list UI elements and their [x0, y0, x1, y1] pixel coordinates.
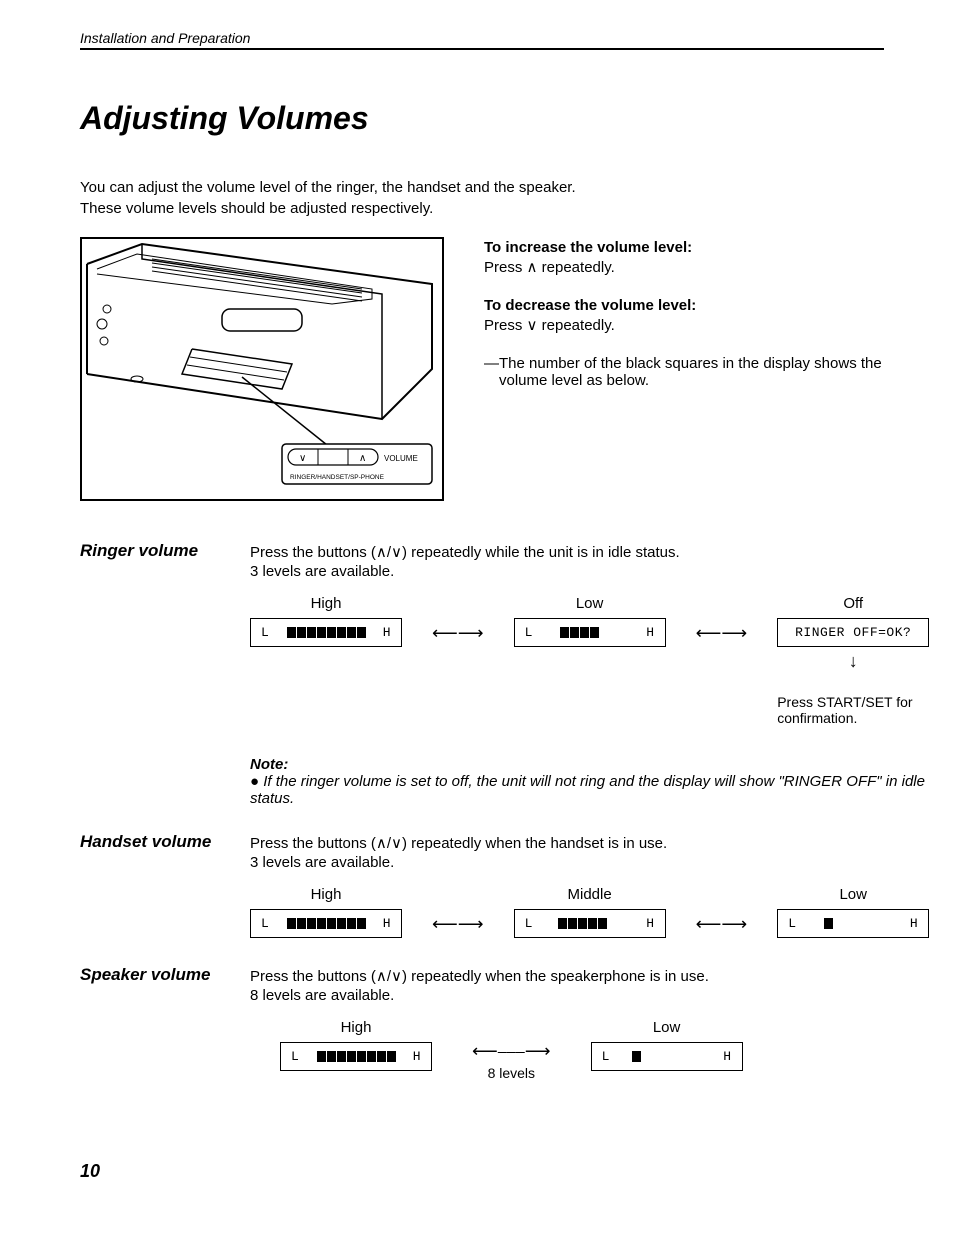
handset-low-label: Low	[777, 886, 929, 903]
device-illustration: ∨ ∧ VOLUME RINGER/HANDSET/SP-PHONE	[80, 237, 444, 501]
speaker-heading: Speaker volume	[80, 965, 250, 985]
ringer-off-display: RINGER OFF=OK?	[777, 618, 929, 647]
arrow-icon: ⟵⟶	[432, 617, 484, 649]
handset-high-display: L H	[250, 909, 402, 938]
handset-heading: Handset volume	[80, 832, 250, 852]
instructions-block: To increase the volume level: Press ∧ re…	[484, 237, 884, 391]
decrease-title: To decrease the volume level:	[484, 297, 884, 314]
speaker-line-1: Press the buttons (∧/∨) repeatedly when …	[250, 967, 884, 985]
ringer-line-1: Press the buttons (∧/∨) repeatedly while…	[250, 543, 929, 561]
ringer-high-display: L H	[250, 618, 402, 647]
running-header: Installation and Preparation	[80, 30, 884, 50]
speaker-low-label: Low	[591, 1019, 743, 1036]
increase-title: To increase the volume level:	[484, 239, 884, 256]
intro-text: You can adjust the volume level of the r…	[80, 177, 884, 219]
volume-button-label: VOLUME	[384, 454, 418, 463]
intro-line-2: These volume levels should be adjusted r…	[80, 200, 433, 217]
arrow-icon: ⟵⟶	[432, 908, 484, 940]
down-arrow-icon: ↓	[777, 651, 929, 672]
speaker-low-display: L H	[591, 1042, 743, 1071]
handset-low-display: L H	[777, 909, 929, 938]
handset-line-1: Press the buttons (∧/∨) repeatedly when …	[250, 834, 929, 852]
note-title: Note:	[250, 756, 929, 773]
svg-text:∨: ∨	[299, 453, 306, 464]
note-text: ● If the ringer volume is set to off, th…	[250, 773, 929, 807]
handset-mid-display: L H	[514, 909, 666, 938]
ringer-off-label: Off	[777, 595, 929, 612]
page-title: Adjusting Volumes	[80, 100, 884, 137]
handset-high-label: High	[250, 886, 402, 903]
ringer-high-label: High	[250, 595, 402, 612]
eight-levels-label: 8 levels	[472, 1065, 551, 1081]
arrow-icon: ⟵⟶	[696, 908, 748, 940]
ringer-heading: Ringer volume	[80, 541, 250, 561]
ringer-low-display: L H	[514, 618, 666, 647]
handset-line-2: 3 levels are available.	[250, 854, 929, 871]
decrease-body: Press ∨ repeatedly.	[484, 316, 884, 334]
page-number: 10	[80, 1161, 884, 1182]
increase-body: Press ∧ repeatedly.	[484, 258, 884, 276]
intro-line-1: You can adjust the volume level of the r…	[80, 179, 576, 196]
ringer-confirm-text: Press START/SET for confirmation.	[777, 694, 929, 726]
ringer-low-label: Low	[514, 595, 666, 612]
arrow-icon: ⟵⎯⎯⎯⟶	[472, 1041, 551, 1062]
squares-note: —The number of the black squares in the …	[484, 355, 884, 389]
arrow-icon: ⟵⟶	[696, 617, 748, 649]
ringer-line-2: 3 levels are available.	[250, 563, 929, 580]
speaker-line-2: 8 levels are available.	[250, 987, 884, 1004]
handset-mid-label: Middle	[514, 886, 666, 903]
speaker-high-label: High	[280, 1019, 432, 1036]
svg-text:∧: ∧	[359, 453, 366, 464]
speaker-high-display: L H	[280, 1042, 432, 1071]
volume-sub-label: RINGER/HANDSET/SP-PHONE	[290, 474, 385, 481]
